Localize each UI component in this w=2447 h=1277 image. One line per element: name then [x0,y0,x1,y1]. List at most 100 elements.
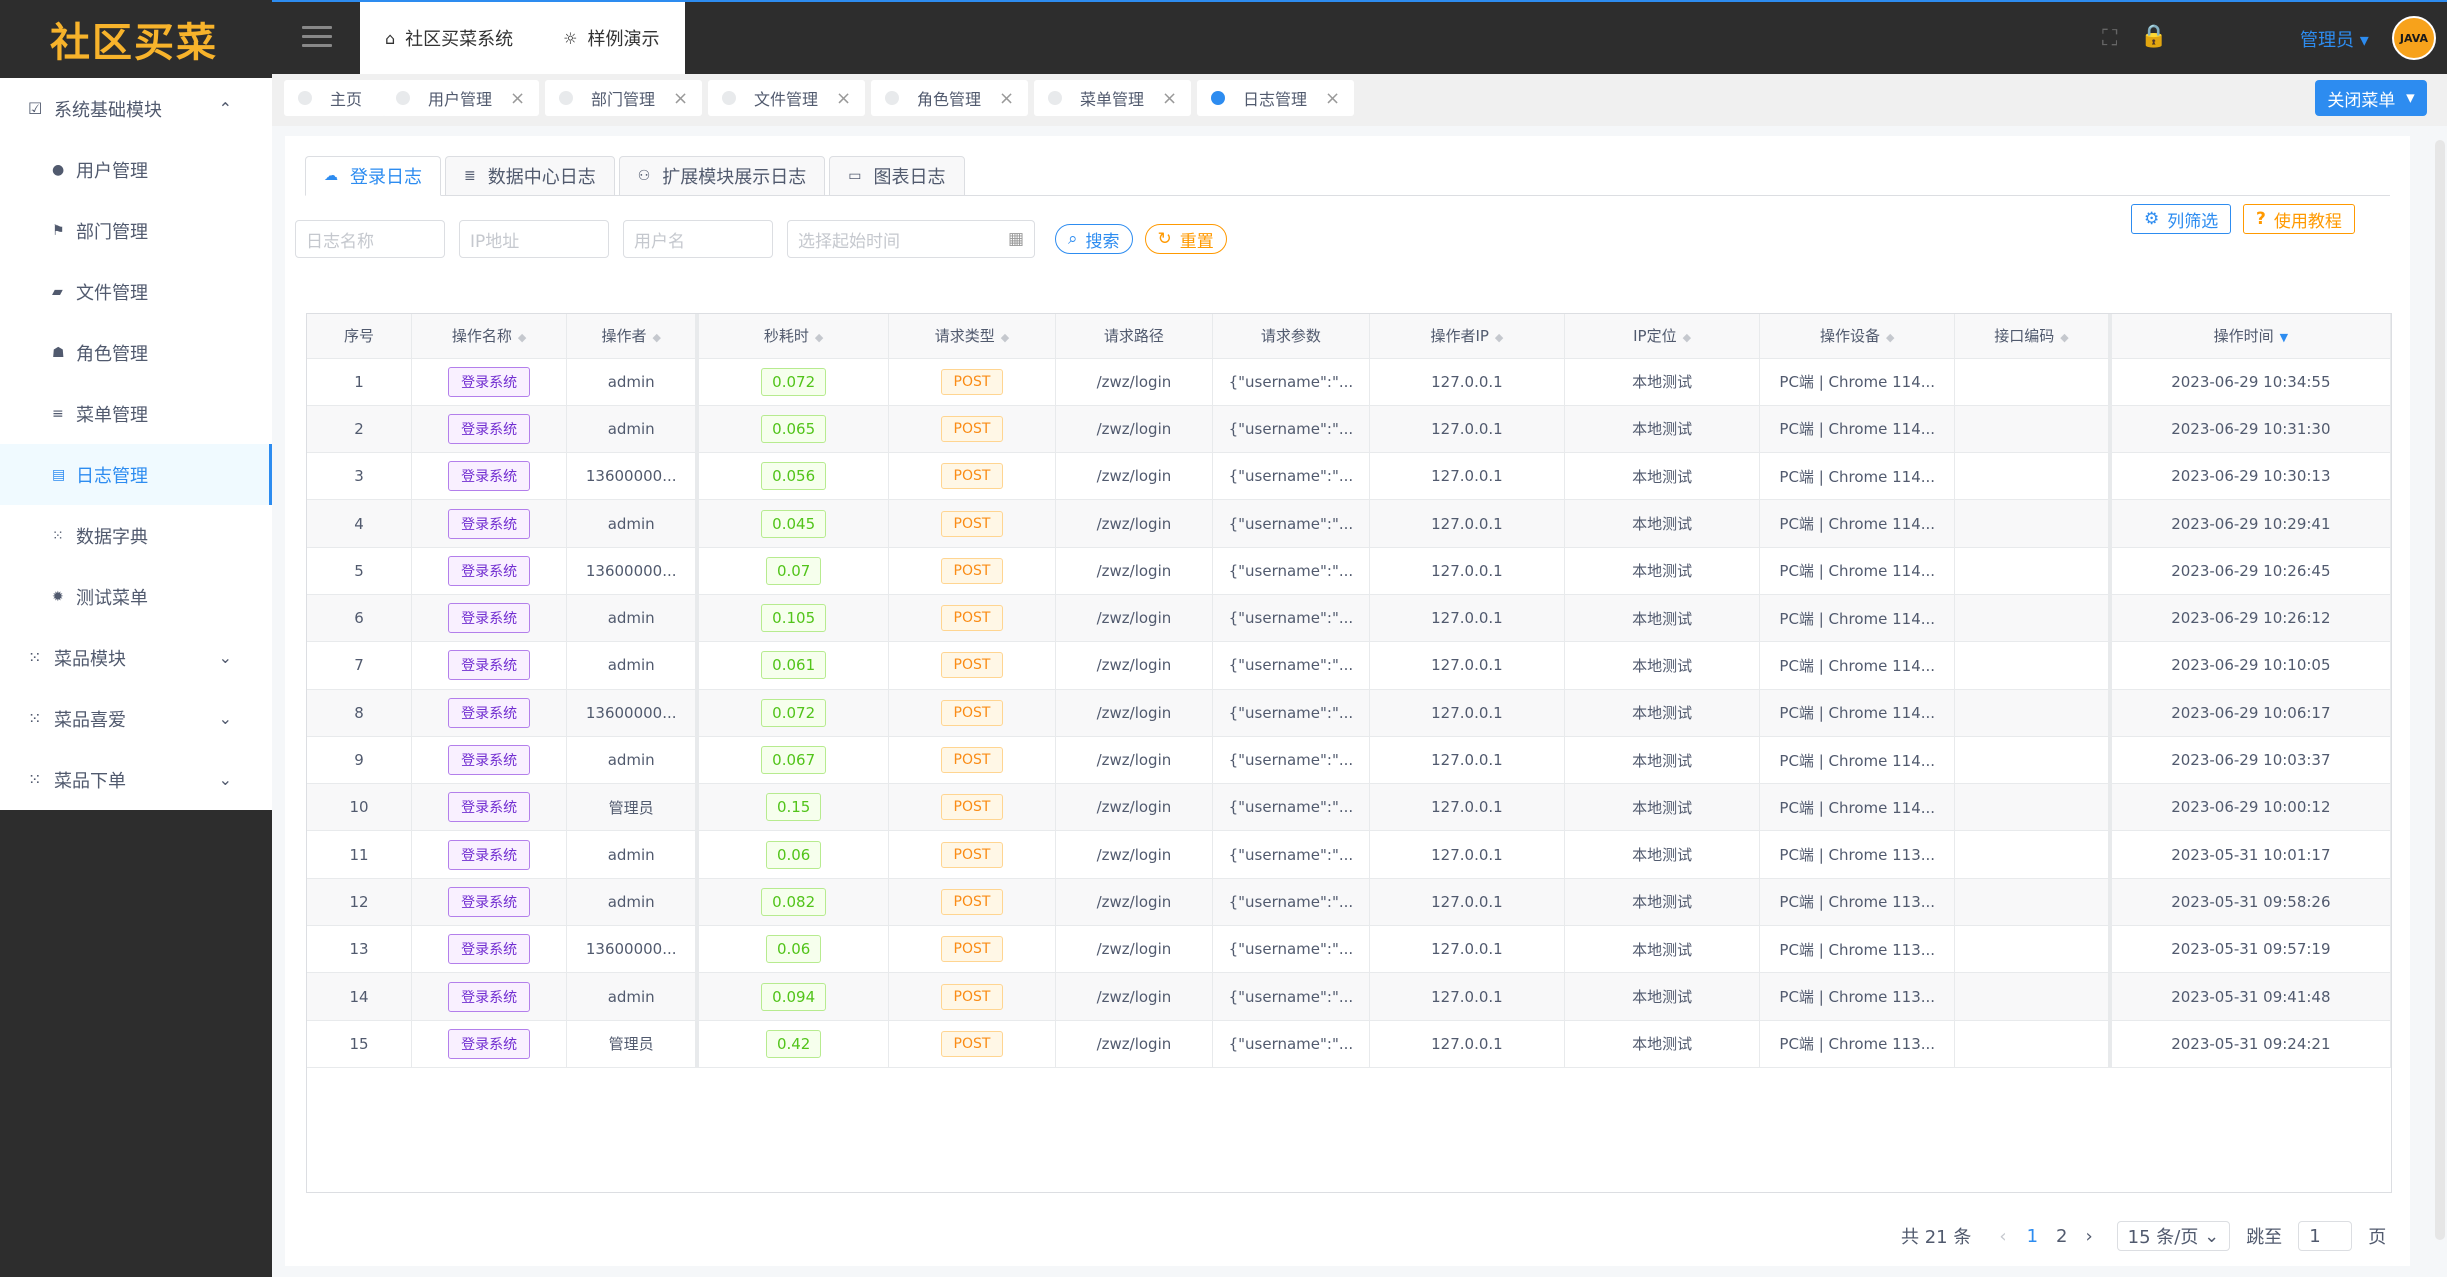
username-input[interactable]: 用户名 [623,220,773,258]
column-header[interactable]: 请求类型 ◆ [888,314,1056,359]
column-header[interactable]: 操作者IP ◆ [1369,314,1566,359]
duration-tag: 0.42 [765,1029,822,1058]
tab-system[interactable]: ⌂ 社区买菜系统 [360,2,539,74]
column-header[interactable]: 操作名称 ◆ [411,314,568,359]
cell-value: /zwz/login [1096,514,1172,533]
jump-input[interactable]: 1 [2298,1221,2353,1251]
sidebar-item-users[interactable]: ● 用户管理 [0,139,272,200]
tag-departments[interactable]: 部门管理 × [545,80,703,116]
table-cell: 登录系统 [411,830,568,879]
sort-icon[interactable]: ◆ [1001,331,1009,344]
hamburger-icon[interactable] [302,26,332,48]
table-cell: 0.07 [697,547,889,595]
table-cell [1954,547,2112,595]
column-filter-label: 列筛选 [2167,211,2219,232]
tutorial-button[interactable]: ? 使用教程 [2243,204,2355,234]
tag-home[interactable]: 主页 [284,80,387,116]
column-label: IP定位 [1633,327,1677,346]
close-icon[interactable]: × [836,88,851,109]
logo[interactable]: 社区买菜 [0,0,272,78]
page-scrollbar[interactable] [2435,140,2445,1240]
avatar[interactable]: JAVA [2392,16,2436,60]
tab-label: 社区买菜系统 [405,29,514,50]
sort-icon[interactable]: ◆ [1683,331,1691,344]
column-header[interactable]: 秒耗时 ◆ [697,314,889,359]
table-cell: {"username":"... [1212,499,1370,548]
search-button[interactable]: ⌕ 搜索 [1055,224,1133,254]
prev-page-icon[interactable]: ‹ [1999,1226,2006,1247]
sidebar-item-files[interactable]: ▰ 文件管理 [0,261,272,322]
sidebar-item-departments[interactable]: ⚑ 部门管理 [0,200,272,261]
user-dropdown[interactable]: 管理员 ▾ [2300,26,2369,52]
close-menu-button[interactable]: 关闭菜单 ▾ [2315,80,2427,116]
tag-logs[interactable]: 日志管理 × [1197,80,1355,116]
sidebar-item-test[interactable]: ✹ 测试菜单 [0,566,272,627]
close-icon[interactable]: × [1162,88,1177,109]
sort-icon[interactable]: ◆ [815,331,823,344]
tag-users[interactable]: 用户管理 × [382,80,540,116]
tab-login-log[interactable]: ☁ 登录日志 [305,156,441,196]
sort-icon[interactable]: ◆ [518,331,526,344]
table-cell: 0.072 [697,358,889,406]
tag-roles[interactable]: 角色管理 × [871,80,1029,116]
column-header[interactable]: 接口编码 ◆ [1954,314,2112,359]
ip-input[interactable]: IP地址 [459,220,609,258]
sidebar-item-menus[interactable]: ≡ 菜单管理 [0,383,272,444]
sort-icon[interactable]: ◆ [1495,331,1503,344]
method-tag: POST [940,888,1004,915]
menu-group-orders[interactable]: ⁙ 菜品下单 ⌄ [0,749,272,810]
menu-group-dishes[interactable]: ⁙ 菜品模块 ⌄ [0,627,272,688]
column-header[interactable]: IP定位 ◆ [1564,314,1761,359]
sidebar-item-roles[interactable]: ☗ 角色管理 [0,322,272,383]
method-tag: POST [940,510,1004,537]
lock-icon[interactable]: 🔒 [2140,24,2167,49]
sort-desc-icon[interactable]: ▼ [2280,331,2288,344]
menu-group-system[interactable]: ☑ 系统基础模块 ⌃ [0,78,272,139]
table-cell: 登录系统 [411,925,568,974]
tab-data-center-log[interactable]: ≣ 数据中心日志 [445,156,615,196]
table-cell: PC端 | Chrome 114... [1759,594,1956,643]
table-cell: 登录系统 [411,358,568,406]
cell-value: 7 [354,656,364,675]
column-header[interactable]: 操作者 ◆ [566,314,700,359]
tab-chart-log[interactable]: ▭ 图表日志 [829,156,965,196]
sidebar-item-label: 数据字典 [76,526,148,548]
table-cell: /zwz/login [1055,452,1213,501]
next-page-icon[interactable]: › [2085,1226,2092,1247]
table-cell: 127.0.0.1 [1369,878,1566,927]
sort-icon[interactable]: ◆ [2060,331,2068,344]
table-cell: 127.0.0.1 [1369,594,1566,643]
table-cell: 0.056 [697,452,889,501]
close-icon[interactable]: × [1325,88,1340,109]
reset-button[interactable]: ↻ 重置 [1144,224,1227,254]
date-picker[interactable]: 选择起始时间 ▦ [787,220,1035,258]
tag-files[interactable]: 文件管理 × [708,80,866,116]
table-cell: 4 [307,499,413,548]
table-cell: 登录系统 [411,641,568,690]
sort-icon[interactable]: ◆ [1886,331,1894,344]
log-name-input[interactable]: 日志名称 [295,220,445,258]
close-icon[interactable]: × [510,88,525,109]
sidebar-item-dictionary[interactable]: ⁙ 数据字典 [0,505,272,566]
table-cell: {"username":"... [1212,358,1370,406]
table-cell: /zwz/login [1055,641,1213,690]
cell-value: PC端 | Chrome 114... [1779,373,1936,392]
column-header[interactable]: 操作设备 ◆ [1759,314,1956,359]
sort-icon[interactable]: ◆ [652,331,660,344]
close-icon[interactable]: × [673,88,688,109]
cell-value: 本地测试 [1632,988,1693,1006]
tag-menus[interactable]: 菜单管理 × [1034,80,1192,116]
page-2[interactable]: 2 [2056,1226,2067,1247]
tab-extension-log[interactable]: ⚇ 扩展模块展示日志 [618,156,826,196]
tab-demo[interactable]: ☼ 样例演示 [538,2,685,74]
cell-value: 127.0.0.1 [1431,940,1503,959]
column-header[interactable]: 操作时间 ▼ [2109,314,2391,359]
fullscreen-icon[interactable]: ⛶ [2102,26,2117,51]
column-filter-button[interactable]: ⚙ 列筛选 [2131,204,2232,234]
menu-group-favorites[interactable]: ⁙ 菜品喜爱 ⌄ [0,688,272,749]
method-tag: POST [940,699,1004,726]
page-1[interactable]: 1 [2027,1226,2038,1247]
close-icon[interactable]: × [999,88,1014,109]
page-size-select[interactable]: 15 条/页 ⌄ [2116,1221,2231,1251]
sidebar-item-logs[interactable]: ▤ 日志管理 [0,444,272,505]
